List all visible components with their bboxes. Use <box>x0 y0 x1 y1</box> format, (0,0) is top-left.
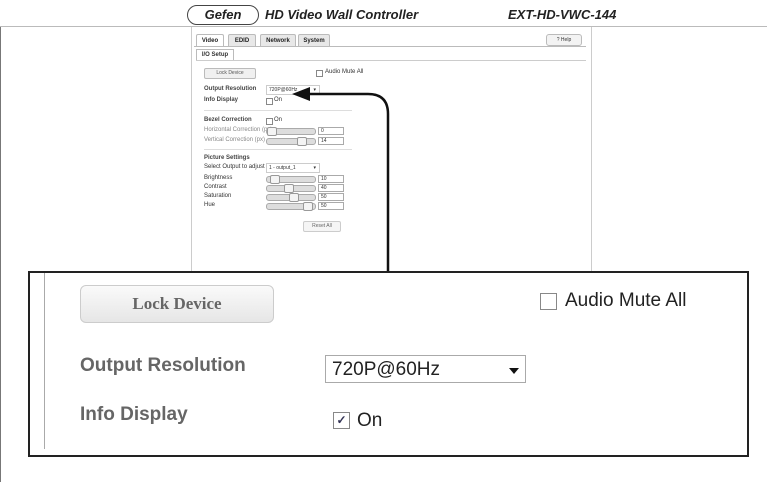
select-output-label: Select Output to adjust <box>204 164 265 170</box>
info-display-on-label: On <box>357 410 383 431</box>
output-resolution-label: Output Resolution <box>80 355 246 376</box>
chevron-down-icon <box>509 368 519 374</box>
vertical-correction-label: Vertical Correction (px) <box>204 137 266 143</box>
audio-mute-checkbox-small[interactable] <box>316 70 323 77</box>
callout-arrow <box>292 87 390 271</box>
lock-device-button[interactable]: Lock Device <box>80 285 274 323</box>
info-display-label-small: Info Display <box>204 97 239 103</box>
bezel-correction-title: Bezel Correction <box>204 117 252 123</box>
check-icon: ✓ <box>336 413 347 427</box>
arrow-head-icon <box>292 87 310 101</box>
horizontal-correction-label: Horizontal Correction (px) <box>204 127 273 133</box>
audio-mute-all-checkbox[interactable] <box>540 293 557 310</box>
info-display-label: Info Display <box>80 404 188 425</box>
callout-arrow-line <box>306 92 390 271</box>
bezel-on-checkbox[interactable] <box>266 118 273 125</box>
slider-handle[interactable] <box>267 127 277 136</box>
tab-divider <box>194 46 586 47</box>
audio-mute-label-small: Audio Mute All <box>325 69 364 75</box>
audio-mute-all-label: Audio Mute All <box>565 290 687 311</box>
output-resolution-value: 720P@60Hz <box>332 359 441 380</box>
model-number: EXT-HD-VWC-144 <box>508 7 617 22</box>
saturation-label: Saturation <box>204 193 232 199</box>
help-button[interactable]: ? Help <box>546 34 582 46</box>
brightness-label: Brightness <box>204 175 233 181</box>
info-display-checkbox-small[interactable] <box>266 98 273 105</box>
slider-handle[interactable] <box>270 175 280 184</box>
zoom-inner-border <box>44 273 45 449</box>
hue-label: Hue <box>204 202 216 208</box>
output-resolution-select[interactable]: 720P@60Hz <box>325 355 526 383</box>
page-left-border <box>0 27 1 482</box>
output-resolution-label-small: Output Resolution <box>204 86 257 92</box>
lock-device-button-small[interactable]: Lock Device <box>204 68 256 79</box>
info-display-checkbox[interactable]: ✓ <box>333 412 350 429</box>
gefen-logo: Gefen <box>187 5 259 25</box>
app-title: HD Video Wall Controller <box>265 7 419 22</box>
subtab-divider <box>196 60 586 61</box>
picture-settings-title: Picture Settings <box>204 155 250 161</box>
contrast-label: Contrast <box>204 184 227 190</box>
